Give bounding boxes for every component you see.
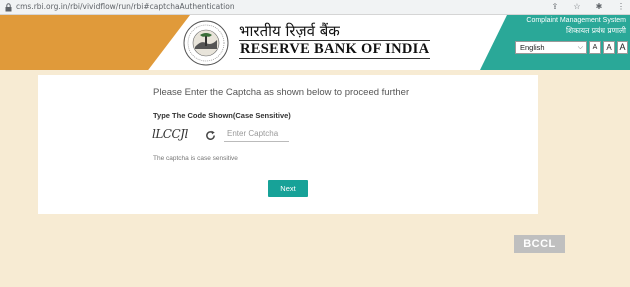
- font-size-small-button[interactable]: A: [589, 41, 601, 54]
- header-orange-band: [0, 15, 190, 70]
- url-text[interactable]: cms.rbi.org.in/rbi/vividflow/run/rbi#cap…: [16, 2, 235, 11]
- next-button[interactable]: Next: [268, 180, 308, 197]
- captcha-heading: Please Enter the Captcha as shown below …: [153, 87, 410, 98]
- chevron-down-icon: ⌵: [577, 44, 583, 51]
- language-select[interactable]: English ⌵: [515, 41, 587, 54]
- extensions-icon[interactable]: ✱: [594, 2, 604, 11]
- site-header: भारतीय रिज़र्व बैंक RESERVE BANK OF INDI…: [0, 15, 630, 70]
- language-select-value: English: [520, 43, 545, 52]
- menu-icon[interactable]: ⋮: [616, 2, 626, 11]
- case-sensitive-note: The captcha is case sensitive: [153, 155, 238, 162]
- lock-icon: [5, 3, 12, 12]
- captcha-image: lLCCJl: [152, 127, 188, 141]
- browser-address-bar: cms.rbi.org.in/rbi/vividflow/run/rbi#cap…: [0, 0, 630, 15]
- refresh-icon[interactable]: [205, 130, 216, 141]
- cms-title-hindi: शिकायत प्रबंध प्रणाली: [566, 26, 626, 35]
- star-icon[interactable]: ☆: [572, 2, 582, 11]
- cms-title-english: Complaint Management System: [526, 17, 626, 24]
- font-size-large-button[interactable]: A: [617, 41, 628, 54]
- captcha-card: Please Enter the Captcha as shown below …: [38, 75, 538, 214]
- rbi-emblem-icon: [183, 20, 229, 66]
- captcha-input[interactable]: [224, 126, 289, 142]
- bccl-watermark: BCCL: [514, 235, 565, 253]
- captcha-code-label: Type The Code Shown(Case Sensitive): [153, 111, 291, 120]
- font-size-medium-button[interactable]: A: [603, 41, 615, 54]
- bank-name-english: RESERVE BANK OF INDIA: [239, 40, 431, 59]
- bank-name-hindi: भारतीय रिज़र्व बैंक: [239, 22, 340, 40]
- share-icon[interactable]: ⇪: [550, 2, 560, 11]
